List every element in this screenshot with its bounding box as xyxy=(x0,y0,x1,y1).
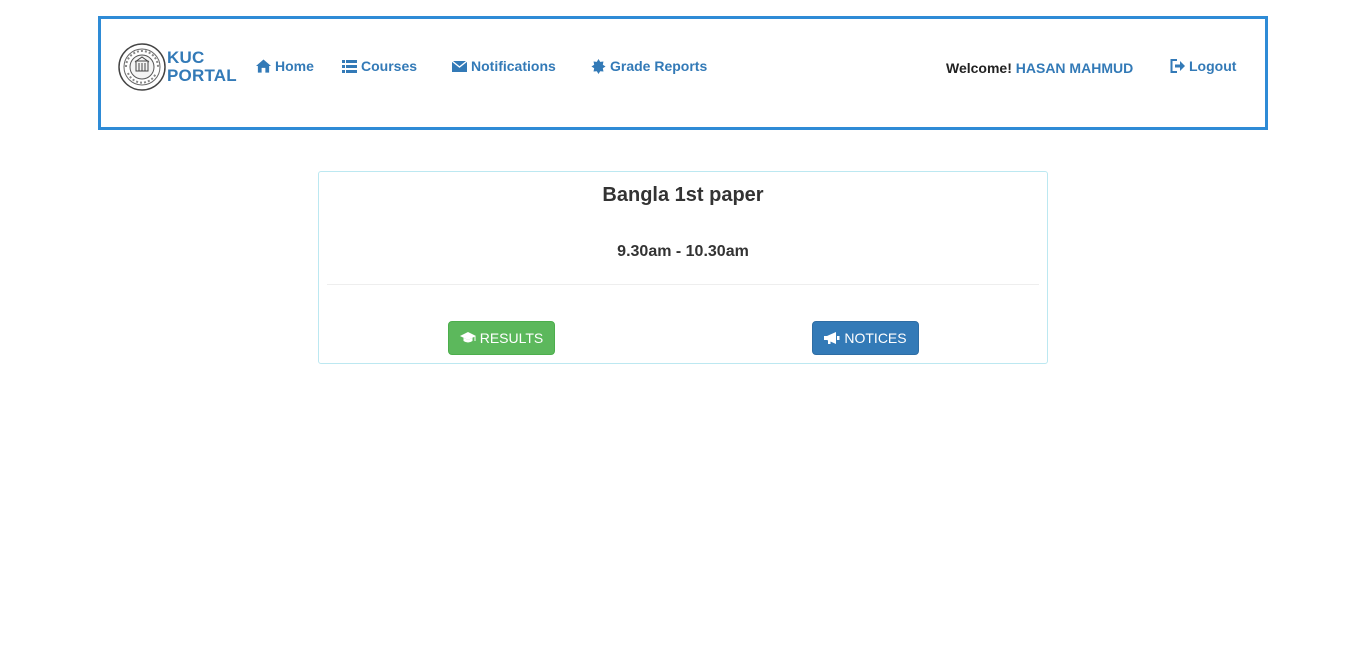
exam-title: Bangla 1st paper xyxy=(602,184,764,206)
list-icon xyxy=(342,59,357,73)
nav-courses-label: Courses xyxy=(361,58,418,74)
results-button[interactable]: RESULTS xyxy=(448,321,555,355)
top-navbar: KUC PORTAL Home Courses Notifications Gr… xyxy=(98,16,1268,130)
brand-line-2: PORTAL xyxy=(167,66,237,85)
nav-home-label: Home xyxy=(275,58,314,74)
nav-notifications-label: Notifications xyxy=(471,58,556,74)
nav-grade-reports-label: Grade Reports xyxy=(610,58,708,74)
card-divider xyxy=(327,284,1039,285)
brand-text: KUC PORTAL xyxy=(167,49,237,85)
graduation-cap-icon xyxy=(459,332,476,343)
results-button-label: RESULTS xyxy=(479,330,544,346)
nav-logout-label: Logout xyxy=(1189,58,1237,74)
welcome-label: Welcome! xyxy=(946,60,1012,76)
nav-grade-reports[interactable]: Grade Reports xyxy=(591,58,707,74)
nav-home[interactable]: Home xyxy=(256,58,314,74)
bullhorn-icon xyxy=(824,332,840,344)
certificate-icon xyxy=(591,58,606,74)
notices-button-label: NOTICES xyxy=(844,330,907,346)
nav-notifications[interactable]: Notifications xyxy=(452,58,556,74)
home-icon xyxy=(256,59,271,73)
user-name: HASAN MAHMUD xyxy=(1015,60,1134,76)
university-seal-icon xyxy=(118,43,166,91)
logout-icon xyxy=(1170,59,1185,73)
exam-time: 9.30am - 10.30am xyxy=(617,243,749,260)
nav-logout[interactable]: Logout xyxy=(1170,58,1236,74)
envelope-icon xyxy=(452,60,467,72)
notices-button[interactable]: NOTICES xyxy=(812,321,919,355)
brand-link[interactable]: KUC PORTAL xyxy=(118,43,237,91)
exam-card: Bangla 1st paper 9.30am - 10.30am RESULT… xyxy=(318,171,1048,364)
brand-line-1: KUC xyxy=(167,48,205,67)
welcome-message: Welcome! HASAN MAHMUD xyxy=(946,60,1133,76)
nav-courses[interactable]: Courses xyxy=(342,58,417,74)
